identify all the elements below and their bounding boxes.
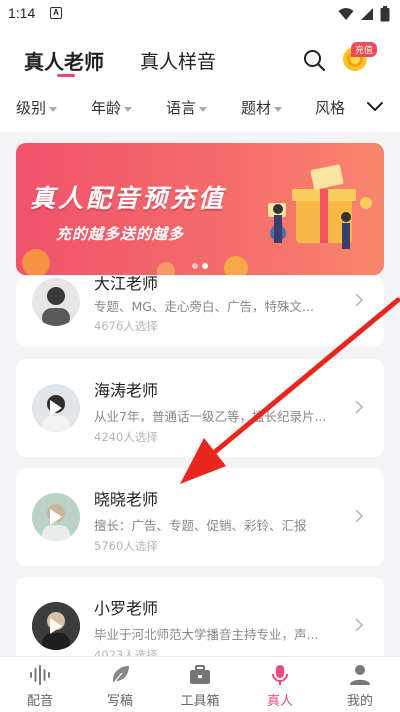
nav-toolbox[interactable]: 工具箱 [160,657,240,712]
filter-language[interactable]: 语言 [166,97,208,118]
caret-down-icon [49,107,58,112]
filter-level[interactable]: 级别 [16,97,58,118]
promo-banner[interactable]: 真人配音预充值 充的越多送的越多 [16,143,384,275]
search-icon[interactable] [302,48,326,72]
nav-writing[interactable]: 写稿 [80,657,160,712]
teacher-desc: 从业7年，普通话一级乙等，擅长纪录片... [94,409,327,424]
person-icon [350,665,370,685]
recharge-badge[interactable]: 充值 [351,42,378,57]
top-header: 真人老师 真人样音 充值 [0,28,400,84]
filter-age[interactable]: 年龄 [91,97,133,118]
teacher-name: 晓晓老师 [94,490,159,509]
teacher-name: 海涛老师 [94,381,159,400]
nav-label: 配音 [26,694,53,709]
nav-label: 真人 [266,694,293,709]
notification-icon: A [50,7,62,19]
tab-real-teachers[interactable]: 真人老师 [24,46,104,75]
teacher-desc: 专题、MG、走心旁白、广告，特殊文... [94,299,314,314]
status-bar: 1:14 A [0,0,400,28]
nav-label: 我的 [346,694,373,709]
teacher-desc: 毕业于河北师范大学播音主持专业，声... [94,627,319,642]
teacher-card[interactable]: 海涛老师 从业7年，普通话一级乙等，擅长纪录片... 4240人选择 [16,359,384,457]
filter-topic[interactable]: 题材 [241,97,283,118]
filter-label: 风格 [315,99,346,117]
nav-mine[interactable]: 我的 [320,657,400,712]
nav-label: 工具箱 [180,694,220,709]
filter-label: 年龄 [91,99,122,117]
teacher-count: 5760人选择 [94,539,158,553]
banner-title: 真人配音预充值 [30,184,227,213]
nav-dubbing[interactable]: 配音 [0,657,80,712]
chevron-right-icon [355,400,364,414]
microphone-icon [272,665,288,685]
battery-icon [380,6,390,22]
banner-page-dot-active [202,263,208,269]
teacher-card[interactable]: 晓晓老师 擅长：广告、专题、促销、彩铃、汇报 5760人选择 [16,468,384,566]
active-tab-indicator [57,74,75,77]
teacher-desc: 擅长：广告、专题、促销、彩铃、汇报 [94,518,307,533]
teacher-avatar [32,278,80,326]
filter-label: 题材 [241,99,272,117]
play-icon [50,618,62,634]
nav-label: 写稿 [106,694,133,709]
caret-down-icon [199,107,208,112]
teacher-avatar [32,493,80,541]
teacher-avatar [32,602,80,650]
banner-subtitle: 充的越多送的越多 [56,225,185,243]
waveform-icon [30,665,50,685]
feather-icon [111,666,129,686]
caret-down-icon [124,107,133,112]
status-icons [338,6,390,22]
filter-style[interactable]: 风格 [315,97,345,118]
filter-label: 语言 [166,99,197,117]
chevron-right-icon [355,293,364,307]
teacher-count: 4676人选择 [94,319,158,333]
tab-real-samples[interactable]: 真人样音 [140,47,216,74]
status-time: 1:14 [8,5,36,21]
teacher-count: 4240人选择 [94,430,158,444]
banner-page-dot [192,263,198,269]
nav-real-person[interactable]: 真人 [240,657,320,712]
chevron-right-icon [355,509,364,523]
signal-icon [361,8,373,20]
filter-bar: 级别 年龄 语言 题材 风格 [0,84,400,132]
bottom-nav: 配音 写稿 工具箱 真人 我的 [0,656,400,712]
wifi-icon [338,8,354,20]
play-icon [50,509,62,525]
play-icon [50,400,62,416]
filter-label: 级别 [16,99,47,117]
teacher-name: 小罗老师 [94,599,159,618]
chevron-down-icon[interactable] [366,98,384,116]
briefcase-icon [190,665,210,684]
caret-down-icon [274,107,283,112]
chevron-right-icon [355,618,364,632]
teacher-avatar [32,384,80,432]
